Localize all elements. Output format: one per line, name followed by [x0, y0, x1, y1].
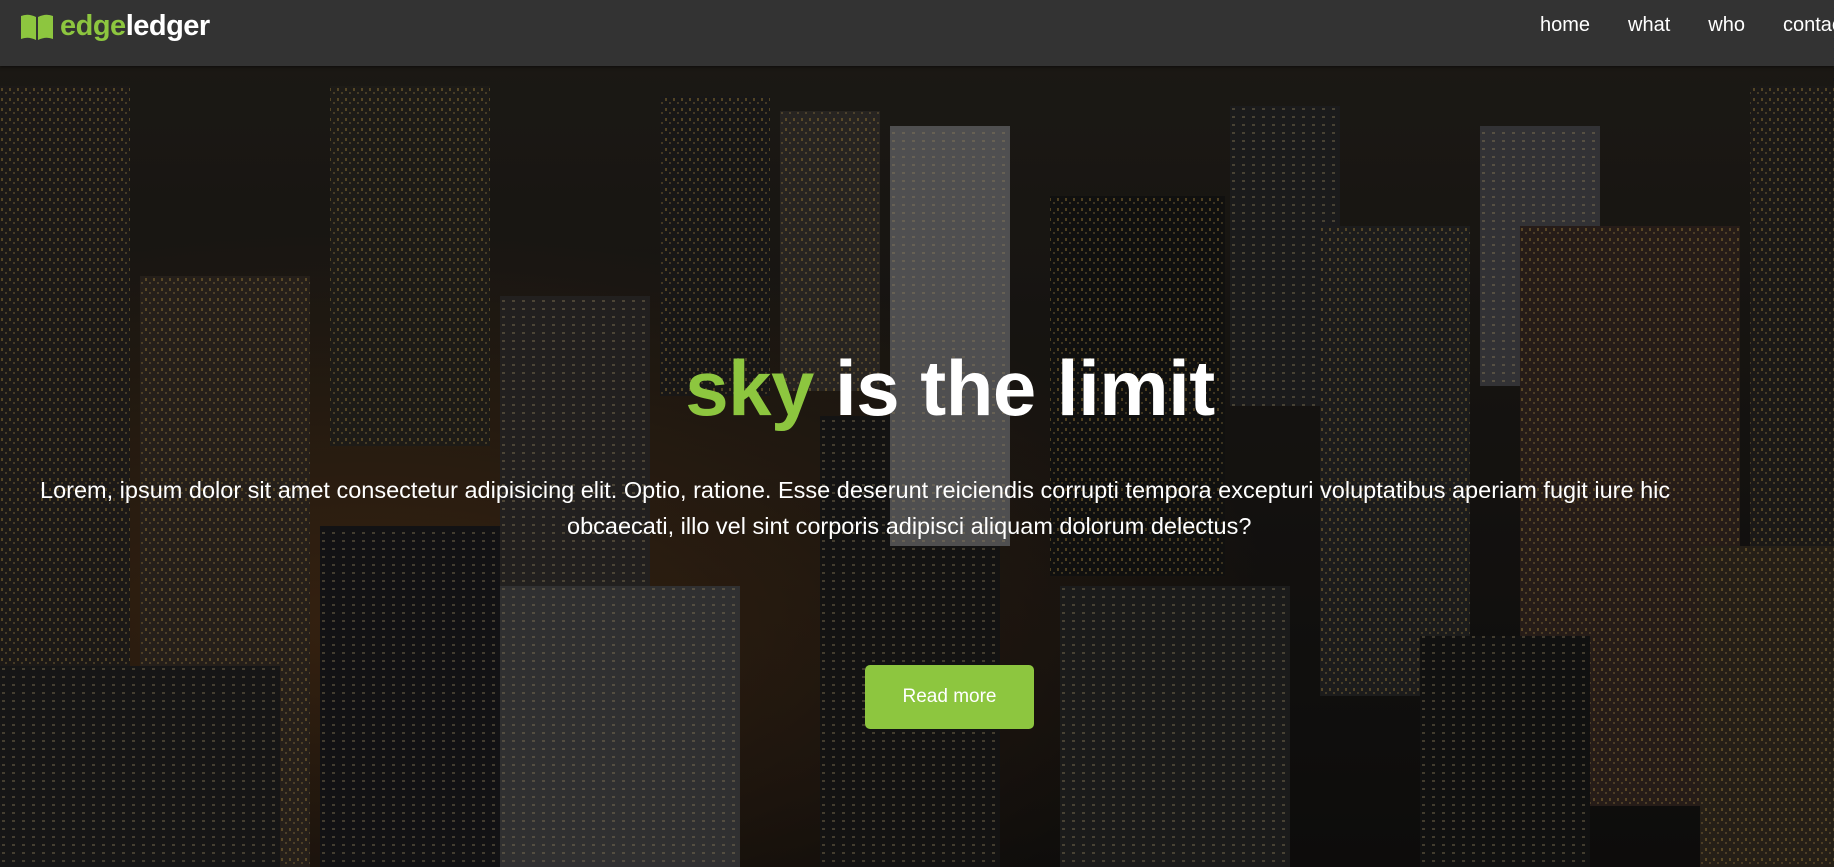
hero-section: sky is the limit Lorem, ipsum dolor sit … — [0, 66, 1834, 867]
book-open-icon — [21, 14, 53, 40]
brand-name: edgeledger — [60, 10, 210, 43]
navbar: edgeledger home what who contact — [0, 0, 1834, 66]
nav-link-contact[interactable]: contact — [1783, 14, 1834, 37]
hero-description-line-2: obcaecati, illo vel sint corporis adipis… — [567, 513, 1252, 539]
read-more-button[interactable]: Read more — [865, 665, 1034, 729]
nav-link-what[interactable]: what — [1628, 14, 1670, 37]
nav-link-who[interactable]: who — [1708, 14, 1745, 37]
brand-name-main: ledger — [125, 10, 211, 42]
nav-link-home[interactable]: home — [1540, 14, 1590, 37]
brand-logo-link[interactable]: edgeledger — [20, 10, 210, 43]
hero-dark-overlay — [0, 66, 1834, 867]
brand-name-accent: edge — [60, 10, 126, 42]
hero-title-accent: sky — [685, 344, 814, 432]
hero-description: Lorem, ipsum dolor sit amet consectetur … — [40, 472, 1834, 544]
hero-description-line-1: Lorem, ipsum dolor sit amet consectetur … — [40, 477, 1671, 503]
hero-title-rest: is the limit — [813, 344, 1215, 432]
hero-title: sky is the limit — [0, 349, 1834, 427]
nav-menu: home what who contact — [1540, 0, 1834, 50]
